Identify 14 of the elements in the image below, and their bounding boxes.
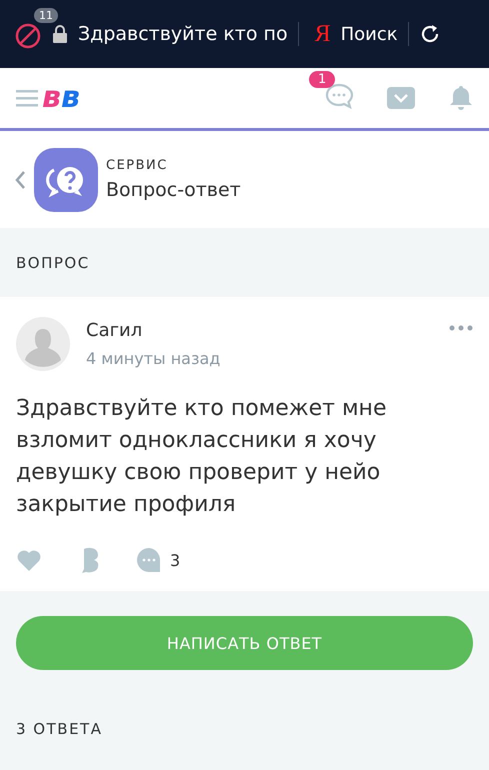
service-caption: СЕРВИС — [106, 158, 169, 173]
author-name[interactable]: Сагил — [86, 320, 220, 341]
service-title: Вопрос-ответ — [106, 179, 241, 201]
search-logo[interactable]: Я — [314, 20, 331, 48]
address-field[interactable]: Здравствуйте кто по — [78, 23, 288, 45]
post-time: 4 минуты назад — [86, 349, 220, 368]
message-count-badge: 1 — [309, 71, 336, 88]
section-heading: ВОПРОС — [15, 252, 91, 274]
answers-heading: 3 ОТВЕТА — [15, 718, 104, 740]
comment-count: 3 — [170, 550, 180, 570]
search-link[interactable]: Поиск — [340, 24, 398, 44]
question-text: Здравствуйте кто помежет мне взломит одноклассники я хочу девушку свою проверит у нейо закрытие профиля — [16, 395, 388, 519]
site-logo[interactable]: вв — [42, 83, 80, 113]
ad-count-badge: 11 — [34, 8, 58, 23]
